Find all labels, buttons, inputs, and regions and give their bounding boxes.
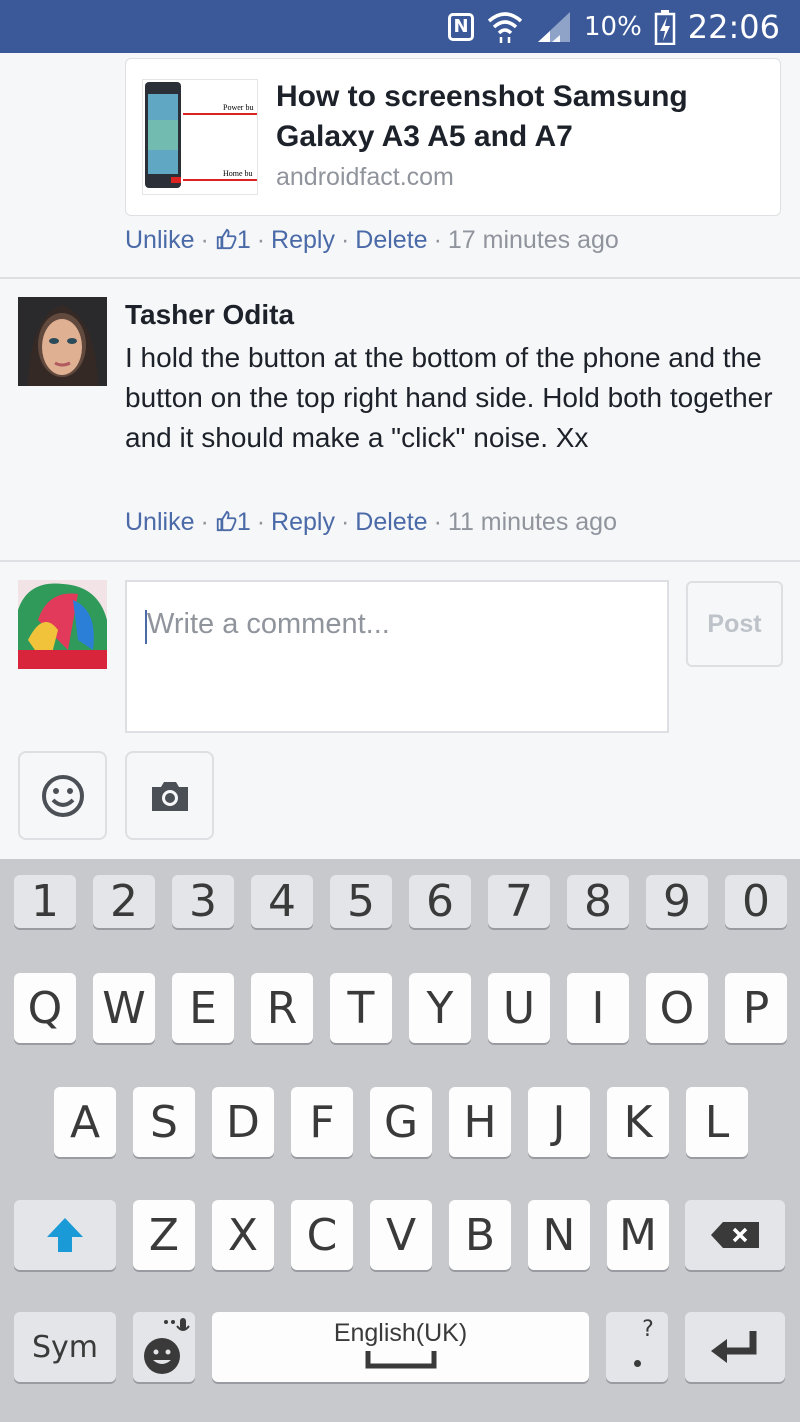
- link-domain: androidfact.com: [276, 163, 454, 191]
- key-f[interactable]: F: [291, 1087, 353, 1157]
- punctuation-key[interactable]: ?: [606, 1312, 668, 1382]
- comment-input[interactable]: Write a comment...: [125, 580, 669, 733]
- shift-key[interactable]: [14, 1200, 116, 1270]
- key-t[interactable]: T: [330, 973, 392, 1043]
- thumb-home-label: Home bu: [223, 169, 253, 178]
- key-g[interactable]: G: [370, 1087, 432, 1157]
- key-h[interactable]: H: [449, 1087, 511, 1157]
- delete-link[interactable]: Delete: [355, 508, 427, 536]
- signal-icon: [537, 12, 570, 42]
- delete-link[interactable]: Delete: [355, 226, 427, 254]
- key-6[interactable]: 6: [409, 875, 471, 928]
- enter-icon: [711, 1331, 757, 1363]
- emoji-voice-key[interactable]: [133, 1312, 195, 1382]
- shift-arrow-icon: [47, 1218, 83, 1252]
- key-q[interactable]: Q: [14, 973, 76, 1043]
- reply-link[interactable]: Reply: [271, 226, 335, 254]
- comment-author[interactable]: Tasher Odita: [125, 299, 294, 331]
- status-bar: N 10% 22:06: [0, 0, 800, 53]
- key-e[interactable]: E: [172, 973, 234, 1043]
- battery-charging-icon: [654, 10, 676, 45]
- key-m[interactable]: M: [607, 1200, 669, 1270]
- key-p[interactable]: P: [725, 973, 787, 1043]
- avatar[interactable]: [18, 297, 107, 386]
- key-c[interactable]: C: [291, 1200, 353, 1270]
- key-i[interactable]: I: [567, 973, 629, 1043]
- link-preview-card[interactable]: Power bu Home bu How to screenshot Samsu…: [125, 58, 781, 216]
- key-d[interactable]: D: [212, 1087, 274, 1157]
- battery-percent: 10%: [583, 12, 642, 42]
- like-icon: [216, 510, 237, 532]
- camera-button[interactable]: [125, 751, 214, 840]
- unlike-link[interactable]: Unlike: [125, 226, 194, 254]
- like-count[interactable]: 1: [237, 226, 251, 254]
- key-w[interactable]: W: [93, 973, 155, 1043]
- emoji-mic-icon: [144, 1318, 190, 1374]
- link-thumbnail: Power bu Home bu: [142, 79, 258, 195]
- key-0[interactable]: 0: [725, 875, 787, 928]
- key-8[interactable]: 8: [567, 875, 629, 928]
- key-l[interactable]: L: [686, 1087, 748, 1157]
- wifi-icon: [487, 12, 523, 43]
- post-button[interactable]: Post: [686, 581, 783, 667]
- nfc-icon: N: [447, 13, 474, 41]
- key-z[interactable]: Z: [133, 1200, 195, 1270]
- key-o[interactable]: O: [646, 973, 708, 1043]
- key-s[interactable]: S: [133, 1087, 195, 1157]
- key-7[interactable]: 7: [488, 875, 550, 928]
- key-b[interactable]: B: [449, 1200, 511, 1270]
- on-screen-keyboard: 1234567890 QWERTYUIOP ASDFGHJKL ZXCVBNM …: [0, 859, 800, 1422]
- status-icons: N 10% 22:06: [447, 8, 780, 46]
- key-4[interactable]: 4: [251, 875, 313, 928]
- space-language-label: English(UK): [333, 1318, 468, 1347]
- key-n[interactable]: N: [528, 1200, 590, 1270]
- backspace-icon: [711, 1222, 759, 1248]
- key-j[interactable]: J: [528, 1087, 590, 1157]
- sym-key[interactable]: Sym: [14, 1312, 116, 1382]
- reply-link[interactable]: Reply: [271, 508, 335, 536]
- comment-time: 17 minutes ago: [447, 226, 619, 254]
- comment-actions-2: Unlike · 1 · Reply · Delete · 11 minutes ago: [125, 508, 617, 536]
- divider: [0, 277, 800, 279]
- smiley-icon: [41, 774, 84, 817]
- key-9[interactable]: 9: [646, 875, 708, 928]
- space-bar-icon: [365, 1350, 436, 1368]
- comment-actions-1: Unlike · 1 · Reply · Delete · 17 minutes ago: [125, 226, 619, 254]
- clock: 22:06: [687, 8, 780, 46]
- camera-icon: [151, 781, 188, 811]
- backspace-key[interactable]: [685, 1200, 785, 1270]
- comment-time: 11 minutes ago: [447, 508, 617, 536]
- key-x[interactable]: X: [212, 1200, 274, 1270]
- key-1[interactable]: 1: [14, 875, 76, 928]
- like-icon: [216, 228, 237, 250]
- comment-text: I hold the button at the bottom of the p…: [125, 342, 773, 453]
- key-5[interactable]: 5: [330, 875, 392, 928]
- link-title[interactable]: How to screenshot Samsung Galaxy A3 A5 a…: [276, 77, 756, 157]
- period-dot-icon: [633, 1360, 641, 1367]
- key-u[interactable]: U: [488, 973, 550, 1043]
- key-a[interactable]: A: [54, 1087, 116, 1157]
- enter-key[interactable]: [685, 1312, 785, 1382]
- space-key[interactable]: English(UK): [212, 1312, 589, 1382]
- key-y[interactable]: Y: [409, 973, 471, 1043]
- key-r[interactable]: R: [251, 973, 313, 1043]
- key-2[interactable]: 2: [93, 875, 155, 928]
- comment-placeholder: Write a comment...: [147, 608, 390, 640]
- current-user-avatar: [18, 580, 107, 669]
- key-v[interactable]: V: [370, 1200, 432, 1270]
- punctuation-label: ?: [642, 1317, 654, 1342]
- divider: [0, 560, 800, 562]
- unlike-link[interactable]: Unlike: [125, 508, 194, 536]
- key-3[interactable]: 3: [172, 875, 234, 928]
- thumb-power-label: Power bu: [223, 103, 253, 112]
- key-k[interactable]: K: [607, 1087, 669, 1157]
- sticker-button[interactable]: [18, 751, 107, 840]
- like-count[interactable]: 1: [237, 508, 251, 536]
